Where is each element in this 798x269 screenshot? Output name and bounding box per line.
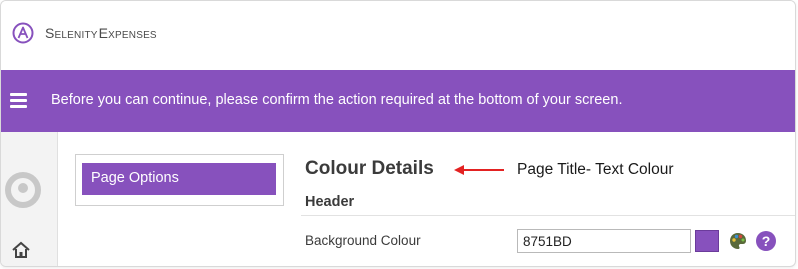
left-rail — [1, 132, 58, 266]
colour-swatch[interactable] — [695, 230, 719, 252]
palette-icon[interactable] — [728, 231, 748, 251]
background-colour-label: Background Colour — [305, 233, 421, 248]
page-options-panel: Page Options — [75, 154, 284, 206]
notification-banner: Before you can continue, please confirm … — [1, 70, 795, 132]
brand-bar: SelenityExpenses — [1, 1, 795, 69]
app-window: SelenityExpenses Before you can continue… — [0, 0, 796, 267]
section-divider — [301, 215, 795, 216]
brand-name-part2: Expenses — [98, 25, 157, 41]
background-colour-input[interactable] — [517, 229, 691, 253]
brand-name-part1: Selenity — [45, 25, 98, 41]
annotation-arrow-icon — [454, 165, 504, 175]
user-avatar-icon[interactable] — [5, 172, 41, 208]
home-icon[interactable] — [11, 240, 31, 260]
page-options-item[interactable]: Page Options — [82, 163, 276, 195]
page-title: Colour Details — [305, 158, 434, 179]
circle-a-logo-icon[interactable] — [12, 22, 34, 44]
help-icon[interactable]: ? — [756, 231, 776, 251]
section-header: Header — [305, 194, 355, 210]
hamburger-menu-icon[interactable] — [10, 93, 27, 108]
annotation-label: Page Title- Text Colour — [517, 161, 674, 178]
banner-message: Before you can continue, please confirm … — [51, 92, 623, 108]
brand-name[interactable]: SelenityExpenses — [45, 25, 157, 41]
